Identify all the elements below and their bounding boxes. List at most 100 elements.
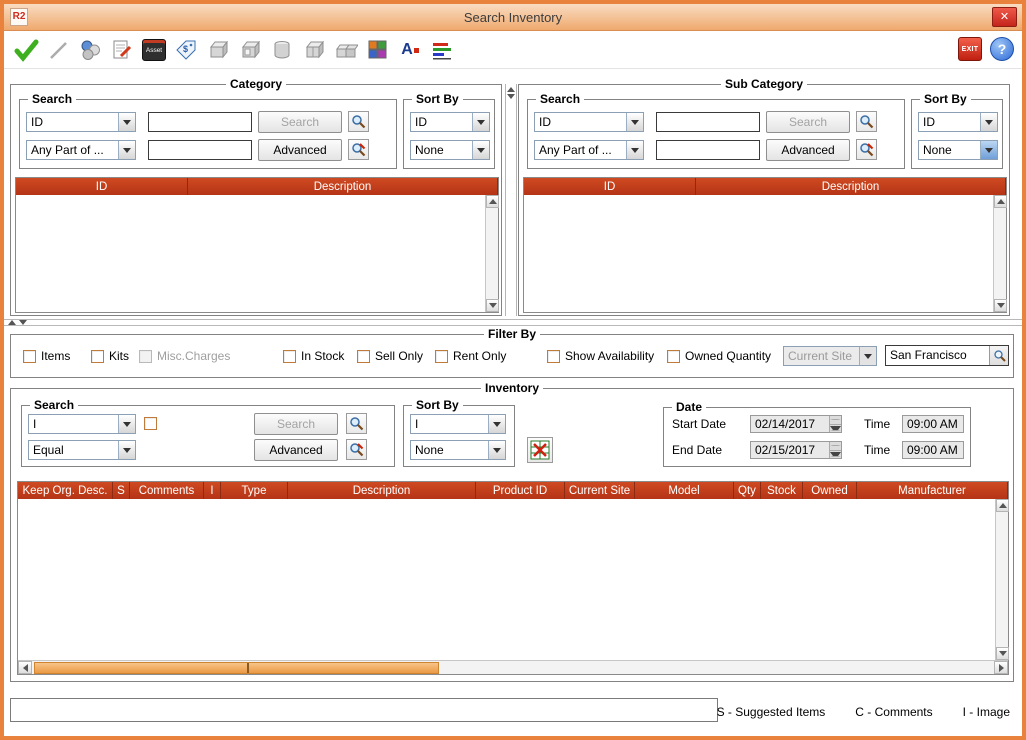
column-header[interactable]: Description xyxy=(288,482,476,499)
subcategory-advanced-find-icon[interactable] xyxy=(856,139,877,160)
scroll-down-icon[interactable] xyxy=(486,299,499,312)
edit-note-icon[interactable] xyxy=(108,36,136,64)
inventory-table-vscrollbar[interactable] xyxy=(995,499,1008,660)
package-icon-1[interactable] xyxy=(204,36,232,64)
grid-x-icon[interactable] xyxy=(527,437,553,463)
subcategory-search-button[interactable]: Search xyxy=(766,111,850,133)
category-match-combo[interactable]: Any Part of ... xyxy=(26,140,136,160)
panel-splitter[interactable] xyxy=(4,319,1022,326)
category-search-input[interactable] xyxy=(148,112,252,132)
column-header[interactable]: ID xyxy=(16,178,188,195)
column-header[interactable]: Owned xyxy=(803,482,857,499)
font-icon[interactable]: A xyxy=(396,36,424,64)
checkbox-show-availability[interactable]: Show Availability xyxy=(547,349,654,363)
package-icon-2[interactable] xyxy=(236,36,264,64)
column-header[interactable]: Comments xyxy=(130,482,204,499)
checkbox-in-stock[interactable]: In Stock xyxy=(283,349,344,363)
scroll-up-icon[interactable] xyxy=(994,195,1007,208)
scroll-down-icon[interactable] xyxy=(994,299,1007,312)
package-icon-4[interactable] xyxy=(300,36,328,64)
checkbox-owned-quantity[interactable]: Owned Quantity xyxy=(667,349,771,363)
category-table-vscrollbar[interactable] xyxy=(485,195,498,312)
scroll-up-icon[interactable] xyxy=(486,195,499,208)
splitter-collapse-icons[interactable] xyxy=(507,87,515,99)
category-search-button[interactable]: Search xyxy=(258,111,342,133)
subcategory-sort-primary-combo[interactable]: ID xyxy=(918,112,998,132)
checkbox-items[interactable]: Items xyxy=(23,349,70,363)
subcategory-match-input[interactable] xyxy=(656,140,760,160)
column-header[interactable]: Model xyxy=(635,482,734,499)
checkbox-rent-only[interactable]: Rent Only xyxy=(435,349,506,363)
column-header[interactable]: Current Site xyxy=(565,482,635,499)
inventory-advanced-button[interactable]: Advanced xyxy=(254,439,338,461)
site-lookup-field[interactable]: San Francisco xyxy=(885,345,1009,366)
close-button[interactable]: ✕ xyxy=(992,7,1017,27)
date-spinner[interactable] xyxy=(829,442,841,458)
exit-button[interactable]: EXIT xyxy=(958,37,982,61)
inventory-search-option-checkbox[interactable] xyxy=(144,417,157,430)
start-date-field[interactable]: 02/14/2017 xyxy=(750,415,842,433)
column-header[interactable]: Keep Org. Desc. xyxy=(18,482,113,499)
scroll-up-icon[interactable] xyxy=(996,499,1009,512)
subcategory-find-icon[interactable] xyxy=(856,111,877,132)
inventory-advanced-find-icon[interactable] xyxy=(346,439,367,460)
scroll-left-icon[interactable] xyxy=(18,661,32,674)
inventory-find-icon[interactable] xyxy=(346,413,367,434)
end-date-field[interactable]: 02/15/2017 xyxy=(750,441,842,459)
category-sort-secondary-combo[interactable]: None xyxy=(410,140,490,160)
column-header[interactable]: Stock xyxy=(761,482,803,499)
status-input[interactable] xyxy=(10,698,718,722)
edit-line-icon[interactable] xyxy=(44,36,72,64)
column-header[interactable]: Description xyxy=(696,178,1006,195)
spheres-icon[interactable] xyxy=(76,36,104,64)
category-find-icon[interactable] xyxy=(348,111,369,132)
end-time-field[interactable]: 09:00 AM xyxy=(902,441,964,459)
subcategory-match-combo[interactable]: Any Part of ... xyxy=(534,140,644,160)
column-header[interactable]: ID xyxy=(524,178,696,195)
subcategory-search-input[interactable] xyxy=(656,112,760,132)
checkbox-misc-charges[interactable]: Misc.Charges xyxy=(139,349,230,363)
scroll-right-icon[interactable] xyxy=(994,661,1008,674)
category-field-combo[interactable]: ID xyxy=(26,112,136,132)
category-match-input[interactable] xyxy=(148,140,252,160)
chevron-down-icon xyxy=(488,441,505,459)
inventory-field-combo[interactable]: I xyxy=(28,414,136,434)
column-header[interactable]: Manufacturer xyxy=(857,482,1008,499)
column-header[interactable]: S xyxy=(113,482,130,499)
sort-colors-icon[interactable] xyxy=(428,36,456,64)
current-site-combo[interactable]: Current Site xyxy=(783,346,877,366)
subcategory-field-combo[interactable]: ID xyxy=(534,112,644,132)
price-tag-icon[interactable]: $ xyxy=(172,36,200,64)
color-grid-icon[interactable] xyxy=(364,36,392,64)
package-icon-5[interactable] xyxy=(332,36,360,64)
confirm-check-icon[interactable] xyxy=(12,36,40,64)
asset-icon[interactable]: Asset xyxy=(140,36,168,64)
search-icon[interactable] xyxy=(989,346,1008,365)
column-header[interactable]: Qty xyxy=(734,482,761,499)
category-splitter[interactable] xyxy=(505,84,517,316)
category-sort-primary-combo[interactable]: ID xyxy=(410,112,490,132)
inventory-match-combo[interactable]: Equal xyxy=(28,440,136,460)
inventory-table-hscrollbar[interactable] xyxy=(18,660,1008,674)
column-header[interactable]: Description xyxy=(188,178,498,195)
category-advanced-button[interactable]: Advanced xyxy=(258,139,342,161)
column-header[interactable]: Type xyxy=(221,482,288,499)
scroll-down-icon[interactable] xyxy=(996,647,1009,660)
subcategory-table-vscrollbar[interactable] xyxy=(993,195,1006,312)
date-spinner[interactable] xyxy=(829,416,841,432)
column-header[interactable]: I xyxy=(204,482,221,499)
help-button[interactable]: ? xyxy=(990,37,1014,61)
inventory-sort-secondary-combo[interactable]: None xyxy=(410,440,506,460)
inventory-sort-primary-combo[interactable]: I xyxy=(410,414,506,434)
checkbox-sell-only[interactable]: Sell Only xyxy=(357,349,423,363)
category-advanced-find-icon[interactable] xyxy=(348,139,369,160)
subcategory-advanced-button[interactable]: Advanced xyxy=(766,139,850,161)
inventory-search-button[interactable]: Search xyxy=(254,413,338,435)
subcategory-sort-secondary-combo[interactable]: None xyxy=(918,140,998,160)
package-icon-3[interactable] xyxy=(268,36,296,64)
start-time-field[interactable]: 09:00 AM xyxy=(902,415,964,433)
checkbox-kits[interactable]: Kits xyxy=(91,349,129,363)
splitter-collapse-icons[interactable] xyxy=(8,320,27,325)
hscroll-thumb[interactable] xyxy=(34,662,439,674)
column-header[interactable]: Product ID xyxy=(476,482,565,499)
